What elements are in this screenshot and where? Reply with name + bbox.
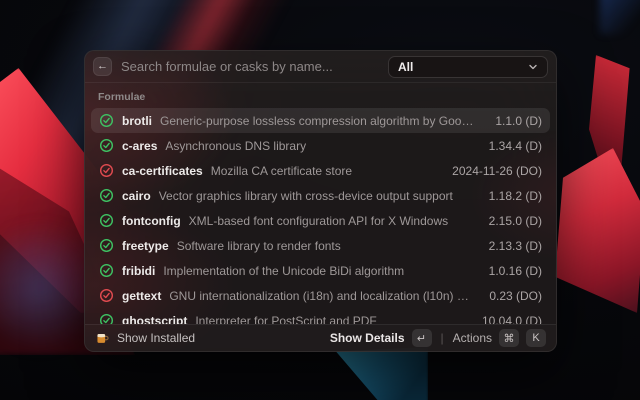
wallpaper-right-shard-large — [545, 148, 640, 313]
desktop: ← All Formulae brotli Generic-purpose lo… — [0, 0, 640, 400]
check-circle-icon — [99, 188, 114, 203]
show-details-button[interactable]: Show Details — [330, 331, 405, 345]
formula-description: Mozilla CA certificate store — [211, 164, 352, 178]
formula-version: 10.04.0 (D) — [472, 314, 542, 325]
check-circle-icon — [99, 213, 114, 228]
formula-version: 1.34.4 (D) — [479, 139, 542, 153]
check-circle-icon — [99, 138, 114, 153]
back-button[interactable]: ← — [93, 57, 112, 76]
formula-description: XML-based font configuration API for X W… — [189, 214, 448, 228]
filter-dropdown[interactable]: All — [388, 56, 548, 78]
formula-description: GNU internationalization (i18n) and loca… — [169, 289, 471, 303]
formula-name: freetype — [122, 239, 169, 253]
formula-name: cairo — [122, 189, 151, 203]
show-installed-label: Show Installed — [117, 331, 195, 345]
formula-version: 1.18.2 (D) — [479, 189, 542, 203]
check-circle-icon — [99, 288, 114, 303]
check-circle-icon — [99, 313, 114, 324]
formula-version: 1.0.16 (D) — [479, 264, 542, 278]
results-list: Formulae brotli Generic-purpose lossless… — [85, 83, 556, 324]
formula-row-fribidi[interactable]: fribidi Implementation of the Unicode Bi… — [91, 258, 550, 283]
footer-bar: Show Installed Show Details ↵ | Actions … — [85, 324, 556, 351]
formula-version: 0.23 (DO) — [479, 289, 542, 303]
formula-description: Software library to render fonts — [177, 239, 341, 253]
check-circle-icon — [99, 113, 114, 128]
search-input[interactable] — [121, 59, 378, 74]
k-key-icon: K — [526, 329, 546, 347]
formula-row-ca-certificates[interactable]: ca-certificates Mozilla CA certificate s… — [91, 158, 550, 183]
formula-row-fontconfig[interactable]: fontconfig XML-based font configuration … — [91, 208, 550, 233]
chevron-down-icon — [528, 62, 538, 72]
formula-description: Implementation of the Unicode BiDi algor… — [163, 264, 404, 278]
formula-row-c-ares[interactable]: c-ares Asynchronous DNS library 1.34.4 (… — [91, 133, 550, 158]
filter-selected-value: All — [398, 60, 413, 74]
actions-button[interactable]: Actions — [453, 331, 492, 345]
command-key-icon: ⌘ — [499, 329, 519, 347]
check-circle-icon — [99, 263, 114, 278]
wallpaper-teal-wedge — [328, 347, 428, 400]
formula-description: Asynchronous DNS library — [165, 139, 306, 153]
section-header: Formulae — [85, 83, 556, 108]
formula-description: Vector graphics library with cross-devic… — [159, 189, 453, 203]
formula-name: gettext — [122, 289, 161, 303]
formula-name: brotli — [122, 114, 152, 128]
footer-divider: | — [441, 331, 444, 345]
back-arrow-icon: ← — [97, 60, 108, 72]
launcher-window: ← All Formulae brotli Generic-purpose lo… — [84, 50, 557, 352]
footer-actions-area: Show Details ↵ | Actions ⌘ K — [330, 329, 546, 347]
formula-row-gettext[interactable]: gettext GNU internationalization (i18n) … — [91, 283, 550, 308]
return-key-icon: ↵ — [412, 329, 432, 347]
formula-description: Generic-purpose lossless compression alg… — [160, 114, 477, 128]
formula-row-cairo[interactable]: cairo Vector graphics library with cross… — [91, 183, 550, 208]
beer-mug-icon — [95, 331, 109, 345]
show-installed-button[interactable]: Show Installed — [95, 331, 195, 345]
formula-name: ca-certificates — [122, 164, 203, 178]
formula-version: 2024-11-26 (DO) — [442, 164, 542, 178]
formula-name: ghostscript — [122, 314, 187, 325]
formula-name: c-ares — [122, 139, 157, 153]
formula-row-ghostscript[interactable]: ghostscript Interpreter for PostScript a… — [91, 308, 550, 324]
formula-version: 1.1.0 (D) — [485, 114, 542, 128]
formula-version: 2.13.3 (D) — [479, 239, 542, 253]
search-header: ← All — [85, 51, 556, 83]
check-circle-icon — [99, 238, 114, 253]
formula-row-brotli[interactable]: brotli Generic-purpose lossless compress… — [91, 108, 550, 133]
wallpaper-corner-streak — [600, 0, 640, 34]
formula-version: 2.15.0 (D) — [479, 214, 542, 228]
check-circle-icon — [99, 163, 114, 178]
formula-name: fribidi — [122, 264, 155, 278]
formula-row-freetype[interactable]: freetype Software library to render font… — [91, 233, 550, 258]
formula-description: Interpreter for PostScript and PDF — [195, 314, 376, 325]
formula-name: fontconfig — [122, 214, 181, 228]
